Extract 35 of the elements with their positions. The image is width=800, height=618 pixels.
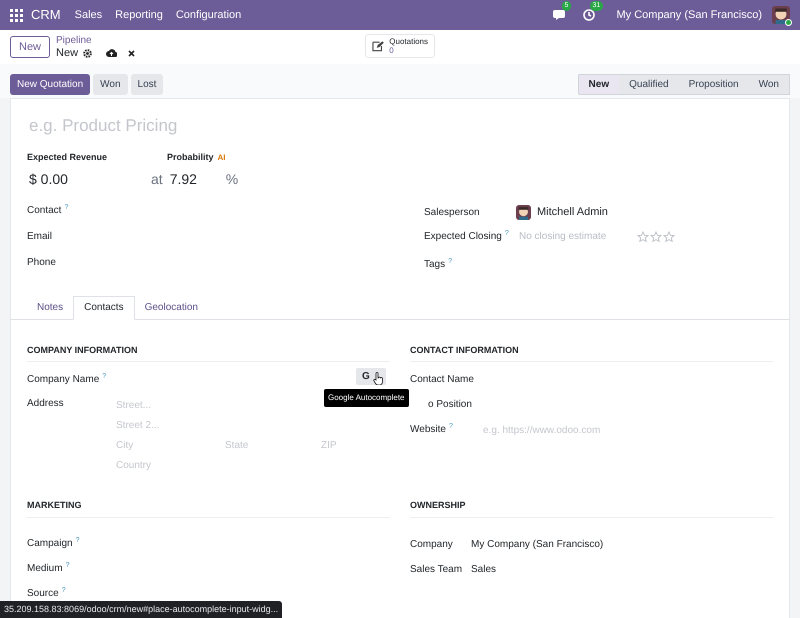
field-value: My Company (San Francisco)	[471, 538, 604, 552]
smart-button-label: Quotations	[389, 37, 428, 46]
field-label: Sales Team	[410, 562, 462, 576]
field-label: Contact	[27, 204, 62, 218]
status-bar-url: 35.209.158.83:8069/odoo/crm/new#place-autocomplete-input-widg...	[0, 600, 282, 618]
section-heading: MARKETING	[27, 499, 390, 518]
field-label: Address	[27, 397, 64, 411]
record-title: New	[56, 47, 78, 59]
revenue-value: $ 0.00	[29, 170, 68, 188]
field-label: o Position	[428, 398, 472, 412]
section-heading: COMPANY INFORMATION	[27, 344, 390, 362]
field-label: Company	[410, 538, 453, 552]
field-label: Source	[27, 586, 59, 600]
field-label: Salesperson	[424, 206, 480, 220]
field-label: Medium	[27, 562, 63, 576]
field-label: Expected Closing	[424, 230, 502, 244]
field-label: Email	[27, 230, 52, 244]
field-label: Expected Revenue	[27, 151, 108, 164]
field-label: Company Name	[27, 373, 100, 387]
ai-label: AI	[218, 152, 226, 164]
section-heading: OWNERSHIP	[410, 499, 773, 518]
salesperson-value: Mitchell Admin	[537, 205, 608, 220]
field-label: Campaign	[27, 536, 73, 550]
field-label: Probability	[167, 151, 214, 164]
at-text: at	[151, 170, 163, 188]
field-label: Contact Name	[410, 373, 474, 387]
probability-value: 7.92	[170, 170, 198, 188]
field-value: Sales	[471, 563, 496, 577]
field-label: Website	[410, 423, 446, 437]
tooltip: Google Autocomplete	[324, 389, 408, 407]
percent-sign: %	[226, 170, 238, 188]
field-label: Phone	[27, 256, 56, 270]
smart-button-value: 0	[389, 46, 395, 55]
section-heading: CONTACT INFORMATION	[410, 344, 773, 362]
field-label: Tags	[424, 258, 446, 272]
